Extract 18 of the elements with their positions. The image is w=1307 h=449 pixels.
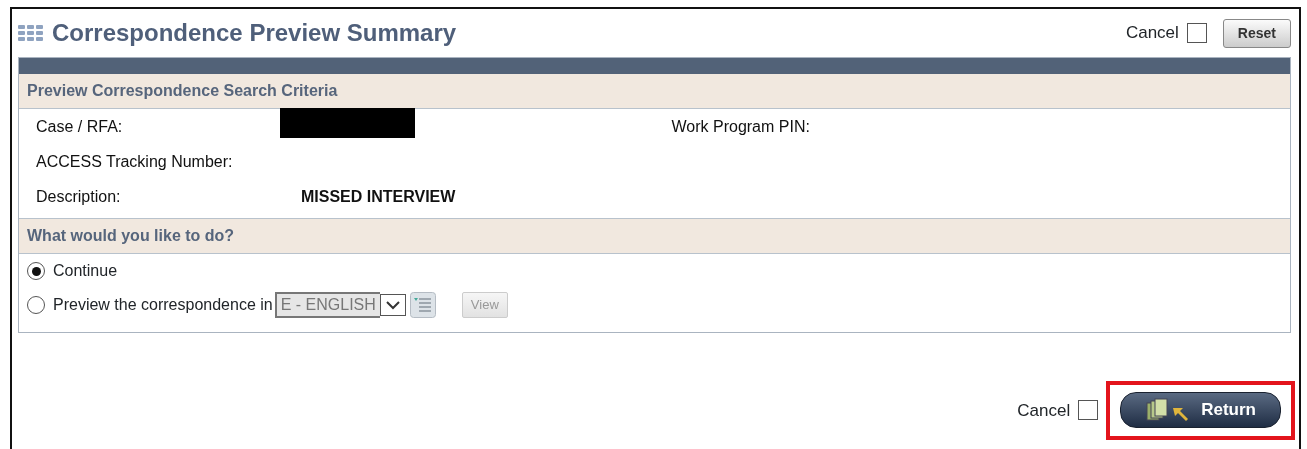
option-label: Preview the correspondence in bbox=[53, 295, 273, 315]
section-heading: What would you like to do? bbox=[19, 218, 1290, 254]
cancel-checkbox[interactable] bbox=[1186, 23, 1207, 43]
field-label: ACCESS Tracking Number: bbox=[35, 151, 234, 172]
cancel-label: Cancel bbox=[1017, 399, 1071, 422]
cancel-checkbox[interactable] bbox=[1078, 400, 1099, 421]
option-label: Continue bbox=[53, 261, 118, 281]
section-heading: Preview Correspondence Search Criteria bbox=[19, 74, 1290, 109]
return-button[interactable]: Return bbox=[1120, 392, 1281, 428]
grid-icon bbox=[18, 25, 44, 41]
cancel-label: Cancel bbox=[1125, 22, 1179, 45]
field-label: Case / RFA: bbox=[35, 116, 124, 137]
field-label: Description: bbox=[35, 186, 122, 207]
radio-button[interactable] bbox=[27, 262, 45, 280]
page-title: Correspondence Preview Summary bbox=[52, 18, 457, 48]
reset-button[interactable]: Reset bbox=[1222, 18, 1291, 48]
field-label: Work Program PIN: bbox=[670, 116, 811, 137]
field-value: MISSED INTERVIEW bbox=[301, 187, 456, 205]
